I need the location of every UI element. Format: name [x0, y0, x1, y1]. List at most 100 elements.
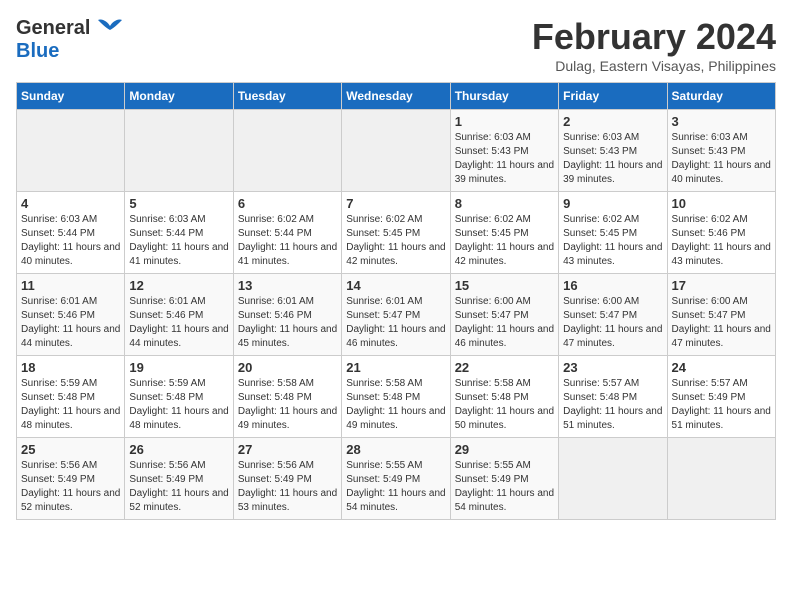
day-info: Sunrise: 5:56 AM Sunset: 5:49 PM Dayligh…: [21, 459, 120, 515]
header-friday: Friday: [559, 83, 667, 110]
day-info: Sunrise: 6:03 AM Sunset: 5:43 PM Dayligh…: [455, 131, 554, 187]
calendar-cell: 1 Sunrise: 6:03 AM Sunset: 5:43 PM Daylig…: [450, 110, 558, 192]
day-info: Sunrise: 5:56 AM Sunset: 5:49 PM Dayligh…: [129, 459, 228, 515]
day-number: 12: [129, 278, 228, 293]
calendar-week-4: 18 Sunrise: 5:59 AM Sunset: 5:48 PM Dayli…: [17, 356, 776, 438]
day-info: Sunrise: 6:03 AM Sunset: 5:43 PM Dayligh…: [563, 131, 662, 187]
day-number: 5: [129, 196, 228, 211]
day-number: 10: [672, 196, 771, 211]
calendar-cell: [667, 438, 775, 520]
day-info: Sunrise: 5:55 AM Sunset: 5:49 PM Dayligh…: [455, 459, 554, 515]
calendar-cell: [342, 110, 450, 192]
day-number: 26: [129, 442, 228, 457]
calendar-cell: [559, 438, 667, 520]
day-info: Sunrise: 6:02 AM Sunset: 5:46 PM Dayligh…: [672, 213, 771, 269]
calendar-table: SundayMondayTuesdayWednesdayThursdayFrid…: [16, 82, 776, 520]
calendar-cell: 18 Sunrise: 5:59 AM Sunset: 5:48 PM Dayli…: [17, 356, 125, 438]
day-info: Sunrise: 6:01 AM Sunset: 5:47 PM Dayligh…: [346, 295, 445, 351]
calendar-cell: 7 Sunrise: 6:02 AM Sunset: 5:45 PM Daylig…: [342, 192, 450, 274]
calendar-week-5: 25Sunrise: 5:56 AM Sunset: 5:49 PM Dayli…: [17, 438, 776, 520]
calendar-cell: 23Sunrise: 5:57 AM Sunset: 5:48 PM Dayli…: [559, 356, 667, 438]
day-number: 6: [238, 196, 337, 211]
calendar-cell: 28 Sunrise: 5:55 AM Sunset: 5:49 PM Dayli…: [342, 438, 450, 520]
calendar-cell: 9 Sunrise: 6:02 AM Sunset: 5:45 PM Daylig…: [559, 192, 667, 274]
calendar-week-3: 11Sunrise: 6:01 AM Sunset: 5:46 PM Dayli…: [17, 274, 776, 356]
header-saturday: Saturday: [667, 83, 775, 110]
day-number: 2: [563, 114, 662, 129]
header-wednesday: Wednesday: [342, 83, 450, 110]
day-info: Sunrise: 6:02 AM Sunset: 5:45 PM Dayligh…: [346, 213, 445, 269]
day-info: Sunrise: 6:00 AM Sunset: 5:47 PM Dayligh…: [672, 295, 771, 351]
calendar-cell: 17 Sunrise: 6:00 AM Sunset: 5:47 PM Dayli…: [667, 274, 775, 356]
day-number: 4: [21, 196, 120, 211]
day-info: Sunrise: 5:55 AM Sunset: 5:49 PM Dayligh…: [346, 459, 445, 515]
calendar-title: February 2024: [532, 16, 776, 58]
day-number: 28: [346, 442, 445, 457]
day-info: Sunrise: 6:02 AM Sunset: 5:44 PM Dayligh…: [238, 213, 337, 269]
day-number: 3: [672, 114, 771, 129]
header-thursday: Thursday: [450, 83, 558, 110]
day-info: Sunrise: 6:01 AM Sunset: 5:46 PM Dayligh…: [238, 295, 337, 351]
day-info: Sunrise: 5:58 AM Sunset: 5:48 PM Dayligh…: [455, 377, 554, 433]
day-number: 19: [129, 360, 228, 375]
calendar-cell: 2 Sunrise: 6:03 AM Sunset: 5:43 PM Daylig…: [559, 110, 667, 192]
day-info: Sunrise: 5:57 AM Sunset: 5:49 PM Dayligh…: [672, 377, 771, 433]
calendar-cell: 10 Sunrise: 6:02 AM Sunset: 5:46 PM Dayli…: [667, 192, 775, 274]
calendar-cell: [17, 110, 125, 192]
day-info: Sunrise: 6:03 AM Sunset: 5:43 PM Dayligh…: [672, 131, 771, 187]
calendar-subtitle: Dulag, Eastern Visayas, Philippines: [532, 58, 776, 74]
calendar-cell: 14 Sunrise: 6:01 AM Sunset: 5:47 PM Dayli…: [342, 274, 450, 356]
title-area: February 2024 Dulag, Eastern Visayas, Ph…: [532, 16, 776, 74]
day-number: 29: [455, 442, 554, 457]
day-info: Sunrise: 5:59 AM Sunset: 5:48 PM Dayligh…: [21, 377, 120, 433]
calendar-cell: 6 Sunrise: 6:02 AM Sunset: 5:44 PM Daylig…: [233, 192, 341, 274]
day-number: 13: [238, 278, 337, 293]
day-number: 8: [455, 196, 554, 211]
calendar-week-2: 4 Sunrise: 6:03 AM Sunset: 5:44 PM Daylig…: [17, 192, 776, 274]
calendar-cell: 5Sunrise: 6:03 AM Sunset: 5:44 PM Daylig…: [125, 192, 233, 274]
day-info: Sunrise: 6:01 AM Sunset: 5:46 PM Dayligh…: [129, 295, 228, 351]
calendar-cell: 27 Sunrise: 5:56 AM Sunset: 5:49 PM Dayli…: [233, 438, 341, 520]
header-monday: Monday: [125, 83, 233, 110]
day-info: Sunrise: 6:00 AM Sunset: 5:47 PM Dayligh…: [563, 295, 662, 351]
day-info: Sunrise: 5:56 AM Sunset: 5:49 PM Dayligh…: [238, 459, 337, 515]
calendar-cell: 21Sunrise: 5:58 AM Sunset: 5:48 PM Dayli…: [342, 356, 450, 438]
day-info: Sunrise: 5:58 AM Sunset: 5:48 PM Dayligh…: [238, 377, 337, 433]
day-number: 21: [346, 360, 445, 375]
calendar-cell: 11Sunrise: 6:01 AM Sunset: 5:46 PM Dayli…: [17, 274, 125, 356]
day-info: Sunrise: 6:01 AM Sunset: 5:46 PM Dayligh…: [21, 295, 120, 351]
day-number: 23: [563, 360, 662, 375]
calendar-cell: 22 Sunrise: 5:58 AM Sunset: 5:48 PM Dayli…: [450, 356, 558, 438]
day-number: 7: [346, 196, 445, 211]
calendar-cell: 16 Sunrise: 6:00 AM Sunset: 5:47 PM Dayli…: [559, 274, 667, 356]
day-number: 14: [346, 278, 445, 293]
day-number: 27: [238, 442, 337, 457]
logo-blue: Blue: [16, 40, 59, 63]
day-number: 16: [563, 278, 662, 293]
day-number: 15: [455, 278, 554, 293]
day-info: Sunrise: 6:03 AM Sunset: 5:44 PM Dayligh…: [21, 213, 120, 269]
calendar-cell: 29 Sunrise: 5:55 AM Sunset: 5:49 PM Dayli…: [450, 438, 558, 520]
calendar-cell: 19 Sunrise: 5:59 AM Sunset: 5:48 PM Dayli…: [125, 356, 233, 438]
day-info: Sunrise: 6:02 AM Sunset: 5:45 PM Dayligh…: [563, 213, 662, 269]
day-number: 20: [238, 360, 337, 375]
day-number: 1: [455, 114, 554, 129]
calendar-cell: 24 Sunrise: 5:57 AM Sunset: 5:49 PM Dayli…: [667, 356, 775, 438]
day-info: Sunrise: 6:02 AM Sunset: 5:45 PM Dayligh…: [455, 213, 554, 269]
calendar-week-1: 1 Sunrise: 6:03 AM Sunset: 5:43 PM Daylig…: [17, 110, 776, 192]
logo-bird-icon: [94, 16, 126, 40]
calendar-header-row: SundayMondayTuesdayWednesdayThursdayFrid…: [17, 83, 776, 110]
header: General Blue February 2024 Dulag, Easter…: [16, 16, 776, 74]
day-number: 24: [672, 360, 771, 375]
calendar-cell: [125, 110, 233, 192]
day-info: Sunrise: 6:00 AM Sunset: 5:47 PM Dayligh…: [455, 295, 554, 351]
day-info: Sunrise: 5:59 AM Sunset: 5:48 PM Dayligh…: [129, 377, 228, 433]
calendar-cell: 26 Sunrise: 5:56 AM Sunset: 5:49 PM Dayli…: [125, 438, 233, 520]
day-number: 22: [455, 360, 554, 375]
calendar-cell: 13 Sunrise: 6:01 AM Sunset: 5:46 PM Dayli…: [233, 274, 341, 356]
calendar-cell: 8 Sunrise: 6:02 AM Sunset: 5:45 PM Daylig…: [450, 192, 558, 274]
logo-general: General: [16, 17, 90, 40]
day-number: 18: [21, 360, 120, 375]
day-number: 17: [672, 278, 771, 293]
day-number: 9: [563, 196, 662, 211]
